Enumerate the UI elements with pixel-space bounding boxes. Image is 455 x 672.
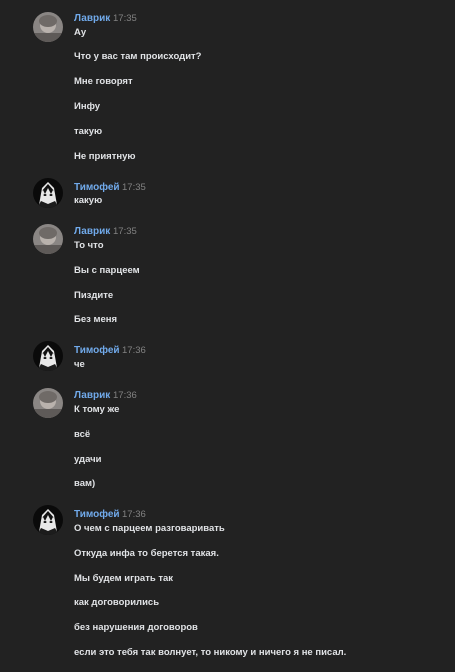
lavrik-avatar[interactable] bbox=[33, 12, 63, 42]
timofey-avatar[interactable] bbox=[33, 341, 63, 371]
message-text: че bbox=[74, 359, 85, 370]
message-text: какую bbox=[74, 195, 103, 206]
message-author[interactable]: Тимофей bbox=[74, 345, 120, 357]
message-author[interactable]: Тимофей bbox=[74, 182, 120, 194]
message-time[interactable]: 17:36 bbox=[113, 390, 137, 402]
message-text: Ау bbox=[74, 27, 87, 38]
message-text: Инфу bbox=[74, 101, 101, 112]
message-author[interactable]: Лаврик bbox=[74, 13, 110, 25]
message-author[interactable]: Лаврик bbox=[74, 226, 110, 238]
message-text: Не приятную bbox=[74, 151, 136, 162]
message-text: Вы с парцеем bbox=[74, 265, 140, 276]
message-author[interactable]: Лаврик bbox=[74, 390, 110, 402]
chat-history: Лаврик 17:35 Ау Что у вас там происходит… bbox=[0, 0, 455, 672]
message-text: О чем с парцеем разговаривать bbox=[74, 523, 225, 534]
message-author[interactable]: Тимофей bbox=[74, 509, 120, 521]
message-text: как договорились bbox=[74, 597, 160, 608]
message-text: Пиздите bbox=[74, 290, 114, 301]
message-text: такую bbox=[74, 126, 103, 137]
message-text: К тому же bbox=[74, 404, 120, 415]
timofey-avatar-image bbox=[33, 341, 63, 371]
timofey-avatar-image bbox=[33, 178, 63, 208]
lavrik-avatar-image bbox=[33, 12, 63, 42]
lavrik-avatar[interactable] bbox=[33, 388, 63, 418]
message-text: Мы будем играть так bbox=[74, 573, 174, 584]
message-text: Без меня bbox=[74, 314, 118, 325]
timofey-avatar[interactable] bbox=[33, 178, 63, 208]
message-time[interactable]: 17:36 bbox=[122, 509, 146, 521]
message-time[interactable]: 17:35 bbox=[122, 182, 146, 194]
message-time[interactable]: 17:35 bbox=[113, 226, 137, 238]
message-text: удачи bbox=[74, 454, 102, 465]
message-text: Откуда инфа то берется такая. bbox=[74, 548, 219, 559]
message-text: Мне говорят bbox=[74, 76, 133, 87]
lavrik-avatar-image bbox=[33, 388, 63, 418]
message-text: вам) bbox=[74, 478, 96, 489]
message-text: без нарушения договоров bbox=[74, 622, 198, 633]
message-time[interactable]: 17:35 bbox=[113, 13, 137, 25]
lavrik-avatar[interactable] bbox=[33, 224, 63, 254]
message-text: всё bbox=[74, 429, 91, 440]
message-text: То что bbox=[74, 240, 104, 251]
message-text: Что у вас там происходит? bbox=[74, 51, 202, 62]
lavrik-avatar-image bbox=[33, 224, 63, 254]
message-text: если это тебя так волнует, то никому и н… bbox=[74, 647, 347, 658]
timofey-avatar[interactable] bbox=[33, 505, 63, 535]
timofey-avatar-image bbox=[33, 505, 63, 535]
message-time[interactable]: 17:36 bbox=[122, 345, 146, 357]
